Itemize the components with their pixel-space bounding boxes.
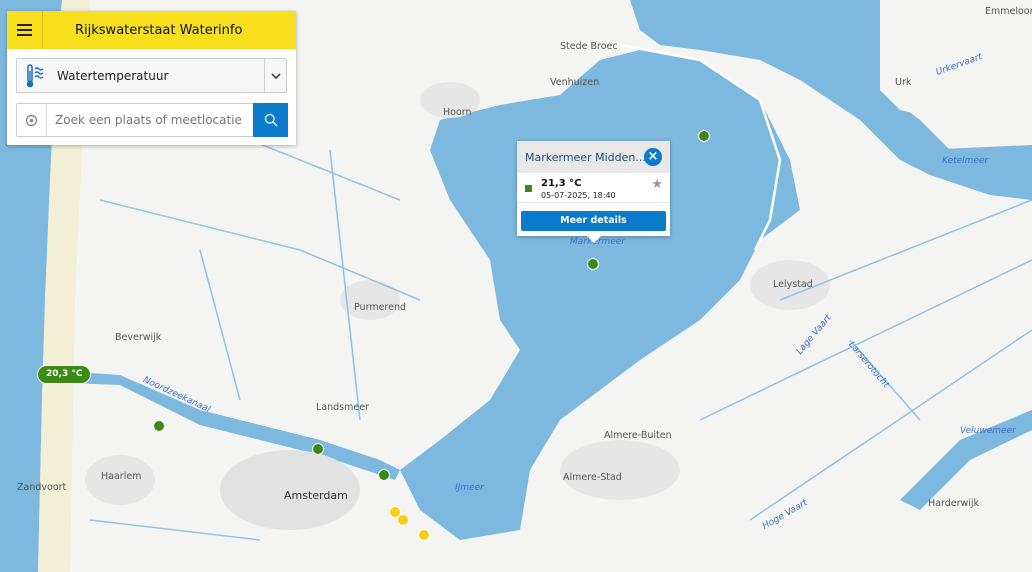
place-label: Almere-Stad (563, 472, 622, 483)
place-label: Lelystad (773, 279, 813, 290)
details-button[interactable]: Meer details (521, 211, 666, 231)
place-label: Zandvoort (17, 482, 67, 493)
place-label: Beverwijk (115, 332, 162, 343)
search-button[interactable] (253, 103, 288, 137)
star-icon[interactable]: ★ (651, 177, 663, 192)
locate-icon[interactable] (17, 104, 47, 136)
value-badge[interactable]: 20,3 °C (37, 365, 92, 384)
water-label: Ketelmeer (942, 156, 989, 166)
measurement-marker-selected[interactable] (587, 258, 599, 270)
place-label: Haarlem (101, 471, 142, 482)
popup-pointer (587, 236, 601, 243)
measurement-datetime: 05-07-2025, 18:40 (541, 191, 616, 200)
water-temperature-icon (26, 63, 44, 87)
hamburger-icon[interactable] (7, 11, 43, 49)
control-panel: Rijkswaterstaat Waterinfo Watertemperatu… (7, 11, 296, 145)
measurement-marker[interactable] (378, 469, 390, 481)
status-indicator (525, 185, 532, 192)
search-input[interactable] (55, 113, 245, 127)
parameter-select-value: Watertemperatuur (57, 68, 169, 83)
header: Rijkswaterstaat Waterinfo (7, 11, 296, 49)
place-label: Amsterdam (284, 489, 348, 502)
place-label: Emmeloord (985, 6, 1032, 17)
place-label: Harderwijk (928, 498, 980, 509)
search-icon (264, 113, 278, 127)
close-icon[interactable]: × (644, 148, 662, 166)
place-label: Urk (895, 77, 912, 88)
place-label: Almere-Buiten (604, 430, 672, 441)
place-label: Stede Broec (560, 41, 618, 52)
parameter-select[interactable]: Watertemperatuur (16, 58, 287, 93)
measurement-marker[interactable] (312, 443, 324, 455)
place-label: Hoorn (443, 107, 472, 118)
water-label: Veluwemeer (960, 426, 1016, 436)
place-label: Purmerend (354, 302, 407, 313)
chevron-down-icon[interactable] (264, 59, 286, 92)
water-label: IJmeer (455, 483, 484, 493)
measurement-row: 21,3 °C 05-07-2025, 18:40 ★ (517, 173, 670, 203)
measurement-value: 21,3 °C (541, 178, 582, 189)
measurement-marker-warning[interactable] (397, 514, 409, 526)
place-label: Landsmeer (316, 402, 369, 413)
measurement-marker[interactable] (153, 420, 165, 432)
search-field (16, 103, 288, 137)
measurement-marker-warning[interactable] (418, 529, 430, 541)
place-label: Venhuizen (550, 77, 600, 88)
measurement-marker[interactable] (698, 130, 710, 142)
location-popup: Markermeer Midden... × 21,3 °C 05-07-202… (517, 141, 670, 243)
app-title: Rijkswaterstaat Waterinfo (75, 22, 243, 38)
